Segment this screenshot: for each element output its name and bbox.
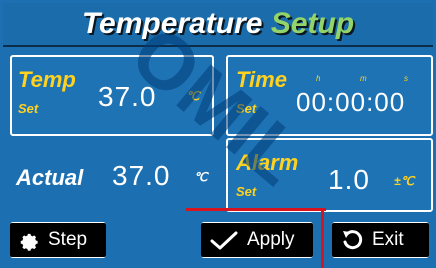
time-label: Time bbox=[236, 67, 287, 92]
exit-button[interactable]: Exit bbox=[332, 222, 429, 258]
temperature-setup-screen: Temperature Setup Temp Set 37.0 ℃ Time S… bbox=[0, 0, 436, 268]
alarm-set-label: Set bbox=[236, 184, 257, 199]
hours-unit: h bbox=[316, 74, 321, 83]
time-set-label: Set bbox=[236, 101, 257, 116]
actual-value: 37.0 bbox=[112, 160, 171, 191]
time-set-value[interactable]: 00:00:00 bbox=[296, 87, 405, 118]
alarm-set-unit: ±℃ bbox=[394, 174, 415, 188]
temp-set-panel[interactable]: Temp Set 37.0 ℃ bbox=[10, 55, 214, 136]
title-part-2: Setup bbox=[270, 7, 355, 40]
apply-button-label: Apply bbox=[247, 229, 295, 250]
actual-label: Actual bbox=[16, 165, 84, 190]
actual-unit: ℃ bbox=[194, 170, 208, 184]
alarm-set-value[interactable]: 1.0 bbox=[328, 164, 370, 196]
title-part-1: Temperature bbox=[81, 7, 263, 40]
alarm-set-panel[interactable]: Alarm Set 1.0 ±℃ bbox=[226, 138, 433, 212]
minutes-unit: m bbox=[360, 74, 367, 83]
exit-button-label: Exit bbox=[372, 229, 404, 250]
temp-label: Temp bbox=[18, 67, 76, 92]
temp-set-value[interactable]: 37.0 bbox=[98, 81, 157, 113]
seconds-unit: s bbox=[404, 74, 408, 83]
red-marker-vertical bbox=[321, 208, 324, 268]
undo-icon bbox=[340, 228, 364, 252]
gear-icon bbox=[18, 229, 40, 251]
temp-set-unit: ℃ bbox=[186, 89, 200, 103]
time-set-panel[interactable]: Time Set h m s 00:00:00 bbox=[226, 55, 433, 136]
step-button-label: Step bbox=[48, 229, 88, 250]
alarm-label: Alarm bbox=[236, 150, 299, 175]
title-bar: Temperature Setup bbox=[3, 3, 433, 47]
step-button[interactable]: Step bbox=[10, 222, 106, 258]
apply-button[interactable]: Apply bbox=[201, 222, 313, 258]
page-title: Temperature Setup bbox=[82, 7, 354, 41]
check-icon bbox=[209, 230, 239, 250]
temp-set-label: Set bbox=[18, 101, 39, 116]
red-marker-horizontal bbox=[186, 208, 326, 211]
